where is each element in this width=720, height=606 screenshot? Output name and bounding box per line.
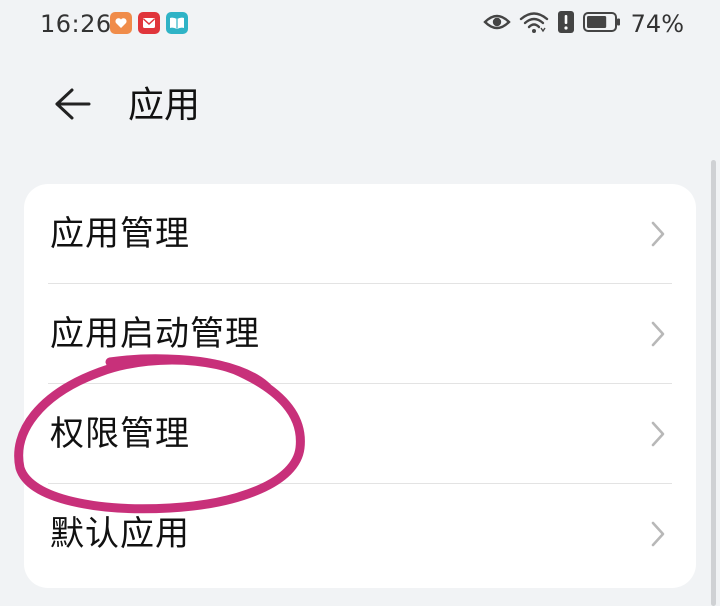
page-title: 应用 bbox=[128, 85, 201, 126]
chevron-right-icon bbox=[651, 521, 665, 547]
arrow-left-icon bbox=[52, 86, 92, 126]
settings-item-permission-management[interactable]: 权限管理 bbox=[24, 384, 696, 484]
settings-item-app-management[interactable]: 应用管理 bbox=[24, 184, 696, 284]
settings-item-label: 权限管理 bbox=[50, 414, 190, 454]
settings-item-app-launch-management[interactable]: 应用启动管理 bbox=[24, 284, 696, 384]
settings-item-label: 应用启动管理 bbox=[50, 314, 260, 354]
heart-app-icon bbox=[110, 12, 132, 34]
system-status-icons: 74% bbox=[482, 8, 684, 40]
battery-icon bbox=[582, 11, 621, 37]
alert-icon bbox=[557, 10, 575, 38]
settings-item-default-apps[interactable]: 默认应用 bbox=[24, 484, 696, 584]
battery-percent: 74% bbox=[630, 10, 684, 38]
notification-icons bbox=[110, 12, 188, 34]
book-app-icon bbox=[166, 12, 188, 34]
settings-item-label: 应用管理 bbox=[50, 214, 190, 254]
scrollbar[interactable] bbox=[711, 160, 716, 606]
back-button[interactable] bbox=[48, 82, 96, 130]
status-bar: 16:26 74% bbox=[0, 0, 720, 48]
chevron-right-icon bbox=[651, 321, 665, 347]
settings-item-label: 默认应用 bbox=[50, 514, 190, 554]
wifi-icon bbox=[519, 10, 549, 38]
mail-app-icon bbox=[138, 12, 160, 34]
settings-list: 应用管理 应用启动管理 权限管理 默认应用 bbox=[24, 184, 696, 588]
app-header: 应用 bbox=[0, 70, 720, 140]
chevron-right-icon bbox=[651, 421, 665, 447]
eye-icon bbox=[482, 12, 511, 36]
chevron-right-icon bbox=[651, 221, 665, 247]
status-time: 16:26 bbox=[40, 10, 112, 38]
